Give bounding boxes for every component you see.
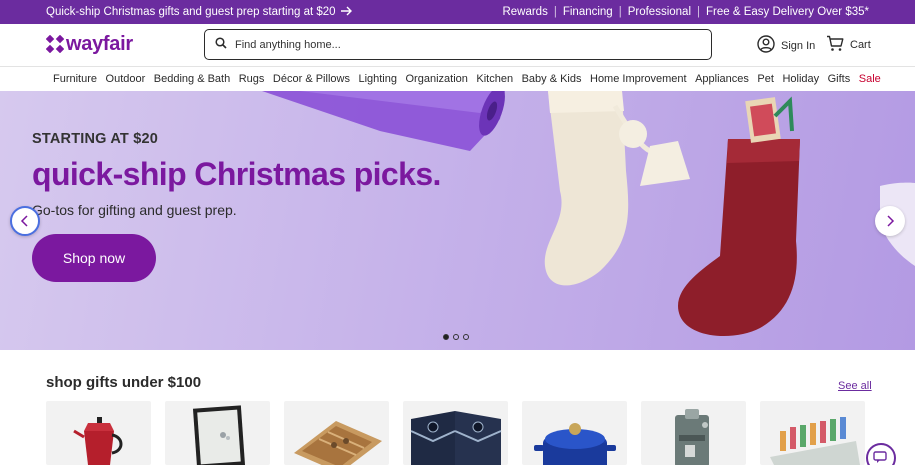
site-header: wayfair Find anything home... Sign In Ca… [0,24,915,67]
nav-item-baby-kids[interactable]: Baby & Kids [522,73,582,85]
framed-art-image [192,405,246,465]
nav-item-organization[interactable]: Organization [406,73,468,85]
nav-item-home-improvement[interactable]: Home Improvement [590,73,687,85]
wayfair-logo[interactable]: wayfair [46,32,133,56]
carousel-dots [443,334,469,340]
hero-image-stockings [262,91,915,337]
promo-link[interactable]: Quick-ship Christmas gifts and guest pre… [46,0,353,24]
shop-now-button[interactable]: Shop now [32,234,156,282]
chat-button[interactable] [866,443,896,465]
promo-bar: Quick-ship Christmas gifts and guest pre… [0,0,915,24]
hero-subtitle: STARTING AT $20 [32,131,158,147]
nav-item-rugs[interactable]: Rugs [239,73,265,85]
carousel-dot[interactable] [463,334,469,340]
search-icon [215,37,227,52]
chat-icon [873,451,887,463]
promo-link-financing[interactable]: Financing [563,6,613,18]
product-tile-wood-organizer[interactable] [284,401,389,465]
product-tile-cornhole-boards[interactable] [403,401,508,465]
product-tile-coffee-machine[interactable] [641,401,746,465]
nav-item-kitchen[interactable]: Kitchen [476,73,513,85]
divider: | [553,6,557,18]
product-tile-framed-art[interactable] [165,401,270,465]
drink-dispenser-image [770,417,860,465]
category-nav: Furniture Outdoor Bedding & Bath Rugs Dé… [0,67,915,91]
cart-label: Cart [850,39,871,51]
search-placeholder: Find anything home... [235,38,341,51]
cornhole-boards-image [410,411,502,465]
nav-item-sale[interactable]: Sale [859,73,881,85]
coffee-machine-image [675,409,709,465]
search-input[interactable]: Find anything home... [204,29,712,60]
nav-item-holiday[interactable]: Holiday [782,73,819,85]
logo-pinwheel-icon [46,35,64,53]
hero-description: Go-tos for gifting and guest prep. [32,202,237,218]
product-tile-espresso-maker[interactable] [46,401,151,465]
sign-in-label: Sign In [781,39,816,52]
nav-item-furniture[interactable]: Furniture [53,73,97,85]
dutch-oven-image [534,423,616,465]
hero-title: quick-ship Christmas picks. [32,156,441,192]
nav-item-appliances[interactable]: Appliances [695,73,749,85]
carousel-dot[interactable] [453,334,459,340]
promo-text: Quick-ship Christmas gifts and guest pre… [46,6,336,18]
divider: | [618,6,622,18]
hero-banner[interactable]: STARTING AT $20 quick-ship Christmas pic… [0,91,915,350]
promo-link-professional[interactable]: Professional [628,6,691,18]
nav-item-bedding-bath[interactable]: Bedding & Bath [154,73,230,85]
nav-item-pet[interactable]: Pet [757,73,774,85]
section-title: shop gifts under $100 [46,374,202,391]
nav-item-decor-pillows[interactable]: Décor & Pillows [273,73,350,85]
account-icon [757,35,775,56]
product-tile-dutch-oven[interactable] [522,401,627,465]
cart-button[interactable]: Cart [826,35,871,55]
promo-link-delivery[interactable]: Free & Easy Delivery Over $35* [706,6,869,18]
cart-icon [826,35,844,55]
chevron-right-icon [887,215,895,227]
product-tiles [46,401,865,465]
product-tile-drink-dispenser[interactable] [760,401,865,465]
arrow-right-icon [340,6,353,19]
nav-item-lighting[interactable]: Lighting [358,73,397,85]
carousel-next-button[interactable] [875,206,905,236]
sign-in-button[interactable]: Sign In [757,35,815,56]
nav-item-outdoor[interactable]: Outdoor [106,73,146,85]
espresso-maker-image [73,417,123,465]
nav-item-gifts[interactable]: Gifts [828,73,851,85]
chevron-left-icon [20,215,28,227]
logo-text: wayfair [66,32,133,55]
divider: | [697,6,701,18]
wood-organizer-image [294,421,382,465]
promo-links: Rewards | Financing | Professional | Fre… [502,0,869,24]
carousel-dot[interactable] [443,334,449,340]
promo-link-rewards[interactable]: Rewards [502,6,547,18]
see-all-link[interactable]: See all [838,380,872,392]
carousel-prev-button[interactable] [10,206,40,236]
